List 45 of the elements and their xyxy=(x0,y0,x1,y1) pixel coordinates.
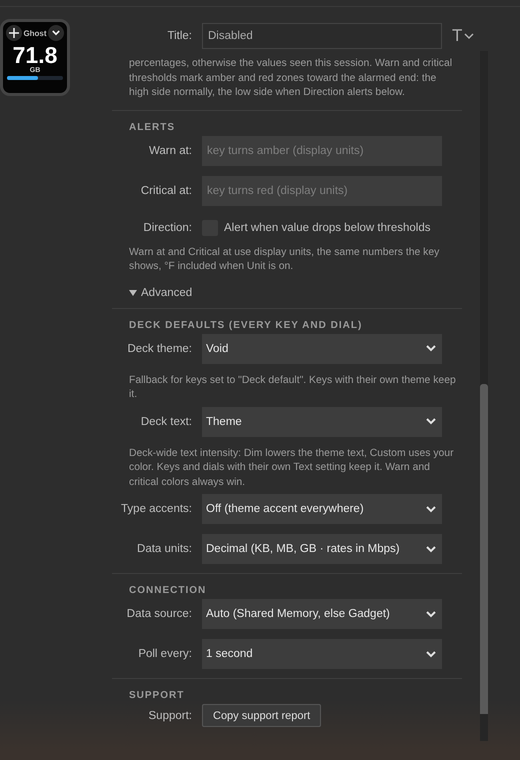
field-label: Direction: xyxy=(142,222,193,234)
field-label: Data units: xyxy=(136,543,193,555)
dropdown[interactable]: 1 second xyxy=(202,639,442,669)
chevron-down-icon xyxy=(426,345,436,352)
key-title: Ghost xyxy=(23,28,47,38)
text-style-button[interactable]: T xyxy=(452,26,474,46)
description-text: Warn at and Critical at use display units, the same numbers the key shows, °F included when Unit is on. xyxy=(129,246,440,274)
section-heading: SUPPORT xyxy=(129,690,184,701)
section-heading: CONNECTION xyxy=(129,585,206,596)
field-label: Title: xyxy=(166,30,193,42)
chevron-down-icon xyxy=(426,506,436,512)
title-field[interactable]: Disabled xyxy=(202,23,442,49)
chevron-down-icon xyxy=(426,418,436,425)
dropdown[interactable]: Theme xyxy=(202,406,442,436)
description-text: percentages, otherwise the values seen this session. Warn and critical thresholds mark amber and red zones toward the alarmed end: the high side normally, the low side when Direction alerts below. xyxy=(129,57,454,100)
chevron-down-icon[interactable] xyxy=(48,25,64,41)
dropdown[interactable]: Decimal (KB, MB, GB · rates in Mbps) xyxy=(202,534,442,564)
input-field[interactable]: key turns amber (display units) xyxy=(202,136,442,166)
field-label: Support: xyxy=(148,710,193,722)
input-field[interactable]: key turns red (display units) xyxy=(202,176,442,206)
copy-button[interactable]: Copy support report xyxy=(202,704,322,727)
key-value: 71.8 xyxy=(12,43,58,67)
field-label: Deck theme: xyxy=(126,342,193,354)
field-label: Type accents: xyxy=(120,503,193,515)
dropdown[interactable]: Auto (Shared Memory, else Gadget) xyxy=(202,599,442,629)
scrollbar[interactable] xyxy=(480,51,488,741)
field-label: Deck text: xyxy=(140,416,193,428)
description-text: Deck-wide text intensity: Dim lowers the theme text, Custom uses your color. Keys and dials with their own Text setting keep it. Warn and critical colors always win. xyxy=(129,446,455,490)
dropdown[interactable]: Off (theme accent everywhere) xyxy=(202,494,442,524)
checkbox-label: Alert when value drops below thresholds xyxy=(224,222,430,234)
triangle-down-icon xyxy=(129,288,137,296)
section-heading: ALERTS xyxy=(129,122,175,132)
chevron-down-icon xyxy=(426,546,436,552)
plus-icon[interactable] xyxy=(6,25,22,41)
section-heading: DECK DEFAULTS (EVERY KEY AND DIAL) xyxy=(129,320,362,330)
field-label: Data source: xyxy=(126,608,193,620)
chevron-down-icon xyxy=(426,650,436,658)
dropdown[interactable]: Void xyxy=(202,334,442,364)
description-text: Fallback for keys set to "Deck default". Keys with their own theme keep it. xyxy=(129,374,456,402)
chevron-down-icon xyxy=(464,32,474,40)
field-label: Poll every: xyxy=(137,648,193,660)
field-label: Critical at: xyxy=(140,184,193,196)
advanced-toggle[interactable]: Advanced xyxy=(129,286,462,298)
chevron-down-icon xyxy=(426,610,436,618)
field-label: Warn at: xyxy=(148,144,193,156)
